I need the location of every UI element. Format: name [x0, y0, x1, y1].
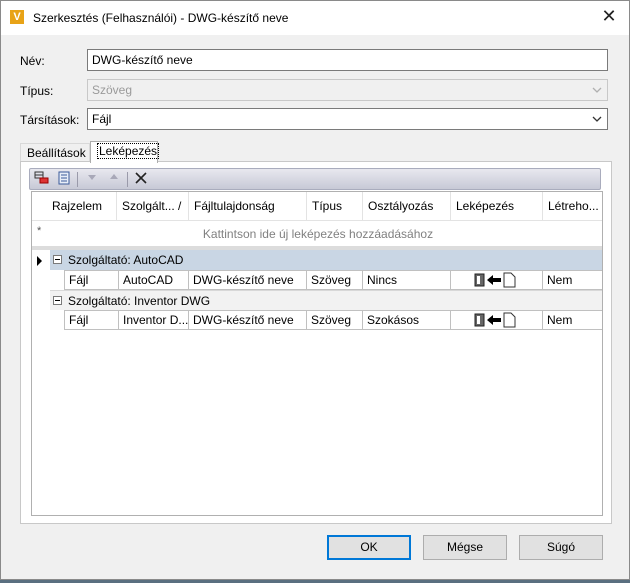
- group-header[interactable]: Szolgáltató: AutoCAD: [50, 250, 602, 270]
- mapping-grid: Rajzelem Szolgált... / Fájltulajdonság T…: [31, 191, 603, 516]
- group-header[interactable]: Szolgáltató: Inventor DWG: [50, 290, 602, 310]
- mapping-direction-icon: [474, 272, 516, 288]
- mapping-panel: Rajzelem Szolgált... / Fájltulajdonság T…: [20, 161, 612, 524]
- group-label: Szolgáltató: Inventor DWG: [68, 294, 211, 308]
- cell-create: Nem: [542, 311, 602, 329]
- cell-create: Nem: [542, 271, 602, 289]
- cell-classification: Nincs: [362, 271, 450, 289]
- cell-mapping: [450, 311, 542, 329]
- move-down-icon[interactable]: [83, 171, 101, 188]
- assoc-dropdown[interactable]: Fájl: [87, 108, 608, 130]
- cancel-button[interactable]: Mégse: [423, 535, 507, 560]
- assoc-dropdown-value: Fájl: [92, 112, 112, 126]
- column-header[interactable]: Fájltulajdonság: [194, 199, 304, 213]
- cell-provider: Inventor D...: [118, 311, 188, 329]
- cell-mapping: [450, 271, 542, 289]
- dialog-window: V Szerkesztés (Felhasználói) - DWG-készí…: [0, 0, 630, 580]
- table-row[interactable]: Fájl AutoCAD DWG-készítő neve Szöveg Nin…: [64, 270, 602, 290]
- collapse-icon[interactable]: [53, 296, 62, 305]
- tab-mapping-label: Leképezés: [97, 143, 160, 159]
- grid-header: Rajzelem Szolgált... / Fájltulajdonság T…: [32, 192, 602, 220]
- window-title: Szerkesztés (Felhasználói) - DWG-készítő…: [33, 11, 289, 25]
- type-dropdown: Szöveg: [87, 79, 608, 101]
- row-pointer-icon: [37, 256, 42, 266]
- name-label: Név:: [20, 54, 45, 68]
- chevron-down-icon: [592, 87, 602, 93]
- sort-indicator: /: [178, 199, 182, 213]
- properties-icon[interactable]: [55, 171, 73, 188]
- column-header[interactable]: Szolgált...: [122, 199, 178, 213]
- ok-button[interactable]: OK: [327, 535, 411, 560]
- cell-drawing-element: Fájl: [64, 311, 118, 329]
- new-mapping-row[interactable]: * Kattintson ide új leképezés hozzáadásá…: [32, 220, 602, 246]
- collapse-icon[interactable]: [53, 255, 62, 264]
- cell-file-property: DWG-készítő neve: [188, 311, 306, 329]
- grid-toolbar: [29, 168, 601, 190]
- move-up-icon[interactable]: [105, 171, 123, 188]
- column-header[interactable]: Létreho...: [548, 199, 602, 213]
- cell-drawing-element: Fájl: [64, 271, 118, 289]
- type-label: Típus:: [20, 84, 54, 98]
- add-mapping-icon[interactable]: [33, 171, 51, 188]
- help-button[interactable]: Súgó: [519, 535, 603, 560]
- tab-mapping[interactable]: Leképezés: [90, 141, 160, 163]
- column-header[interactable]: Típus: [312, 199, 362, 213]
- mapping-direction-icon: [474, 312, 516, 328]
- type-dropdown-value: Szöveg: [92, 83, 133, 97]
- cell-type: Szöveg: [306, 311, 362, 329]
- group-label: Szolgáltató: AutoCAD: [68, 253, 184, 267]
- chevron-down-icon[interactable]: [591, 113, 603, 125]
- toolbar-separator: [77, 172, 78, 187]
- cell-classification: Szokásos: [362, 311, 450, 329]
- cell-type: Szöveg: [306, 271, 362, 289]
- delete-icon[interactable]: [132, 171, 150, 188]
- name-field-value: DWG-készítő neve: [92, 53, 193, 67]
- table-row[interactable]: Fájl Inventor D... DWG-készítő neve Szöv…: [64, 310, 602, 330]
- toolbar-separator: [127, 172, 128, 187]
- cell-file-property: DWG-készítő neve: [188, 271, 306, 289]
- new-row-hint: Kattintson ide új leképezés hozzáadásáho…: [202, 227, 434, 241]
- column-header[interactable]: Leképezés: [456, 199, 536, 213]
- tab-settings[interactable]: Beállítások: [20, 143, 90, 162]
- name-field[interactable]: DWG-készítő neve: [87, 49, 608, 71]
- title-bar: V Szerkesztés (Felhasználói) - DWG-készí…: [1, 1, 629, 35]
- assoc-label: Társítások:: [20, 113, 80, 127]
- column-header[interactable]: Osztályozás: [368, 199, 448, 213]
- column-header[interactable]: Rajzelem: [52, 199, 114, 213]
- app-logo-icon: V: [10, 10, 24, 24]
- cell-provider: AutoCAD: [118, 271, 188, 289]
- close-icon[interactable]: ✕: [599, 7, 619, 27]
- tab-settings-label: Beállítások: [27, 146, 86, 160]
